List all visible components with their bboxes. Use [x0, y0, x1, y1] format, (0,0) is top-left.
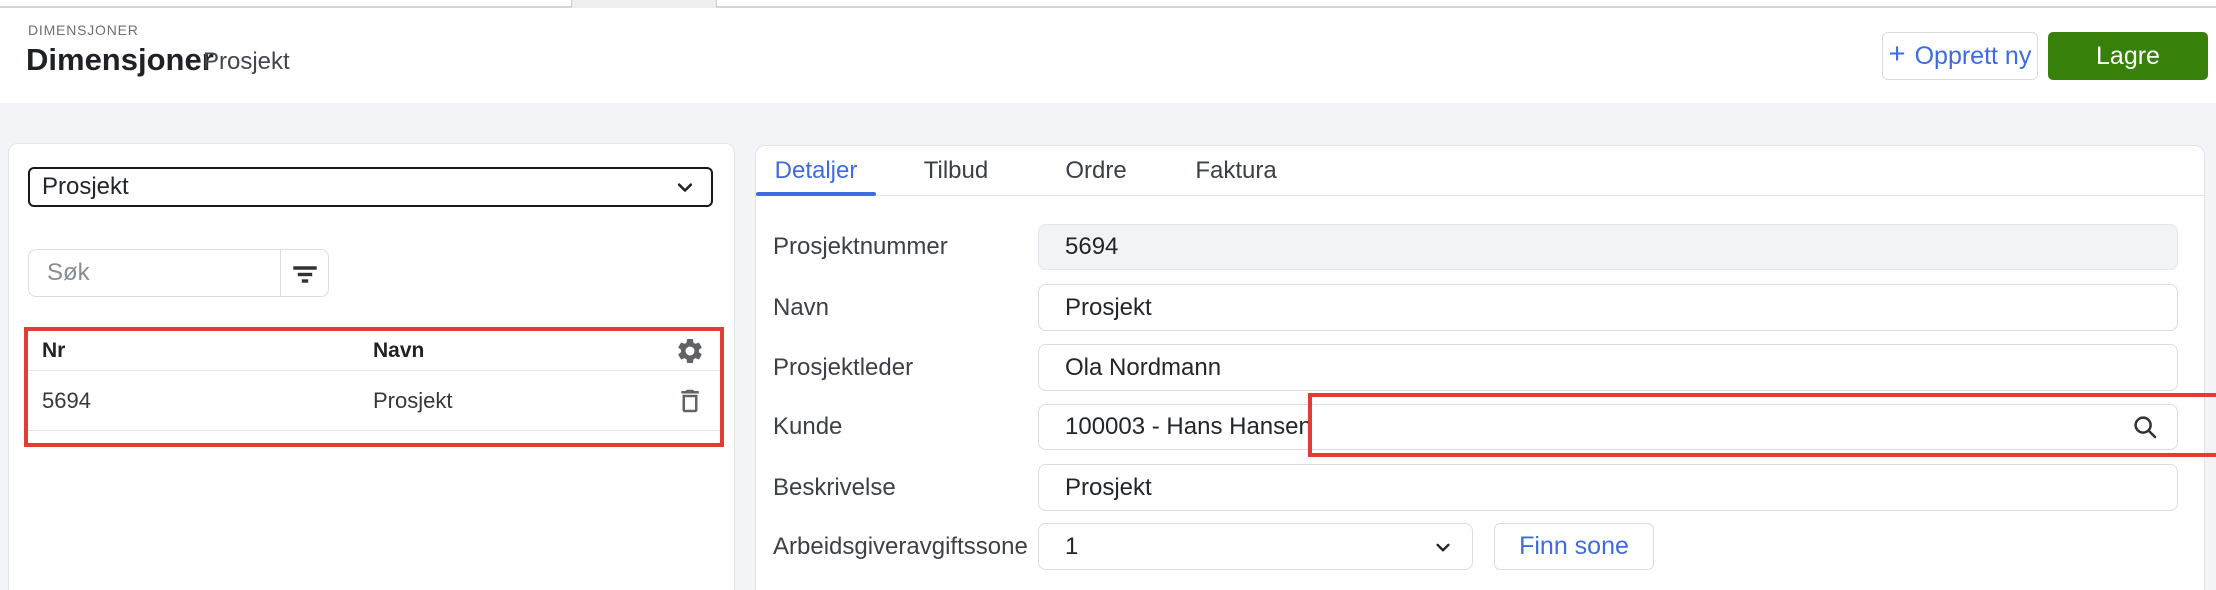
navn-input[interactable]	[1038, 284, 2178, 331]
zone-select[interactable]: 1	[1038, 523, 1473, 570]
field-label: Arbeidsgiveravgiftssone	[773, 523, 1064, 570]
page-header: DIMENSJONER Dimensjoner Prosjekt + Oppre…	[0, 8, 2216, 103]
field-row-prosjektnummer: Prosjektnummer	[756, 224, 2204, 270]
project-list-panel: Prosjekt Nr Navn	[8, 143, 735, 590]
search-icon	[2130, 412, 2160, 442]
page-title: Dimensjoner	[26, 42, 214, 77]
field-label-text: Arbeidsgiveravgiftssone	[773, 532, 1028, 560]
field-row-beskrivelse: Beskrivelse	[756, 464, 2204, 511]
project-search-combo	[28, 249, 329, 297]
column-header-nr: Nr	[42, 338, 66, 362]
field-label: Prosjektleder	[773, 353, 914, 381]
gear-icon	[675, 336, 705, 366]
tab-ordre[interactable]: Ordre	[1036, 146, 1156, 196]
column-header-navn: Navn	[373, 338, 425, 362]
create-new-button-label: Opprett ny	[1914, 41, 2032, 70]
chevron-down-icon	[671, 173, 699, 201]
tab-tilbud[interactable]: Tilbud	[896, 146, 1016, 196]
row-navn-value: Prosjekt	[373, 387, 453, 413]
field-label: Prosjektnummer	[773, 233, 948, 260]
field-label: Navn	[773, 293, 830, 321]
table-row[interactable]: 5694 Prosjekt	[28, 371, 720, 431]
table-settings-button[interactable]	[674, 335, 706, 367]
detail-tabs: Detaljer Tilbud Ordre Faktura	[756, 146, 2204, 196]
chevron-down-icon	[1430, 534, 1456, 560]
dimension-type-select-value: Prosjekt	[42, 173, 129, 200]
page-subtitle: Prosjekt	[203, 48, 290, 75]
project-table-header: Nr Navn	[28, 331, 720, 371]
create-new-button[interactable]: + Opprett ny	[1882, 32, 2038, 80]
field-row-kunde: Kunde	[756, 393, 2216, 457]
kunde-search-button[interactable]	[2130, 412, 2160, 442]
field-row-arbeidsgiveravgiftssone: Arbeidsgiveravgiftssone 1 Finn sone	[756, 523, 2204, 570]
zone-select-value: 1	[1065, 532, 1079, 560]
finn-sone-button[interactable]: Finn sone	[1494, 523, 1654, 570]
page-eyebrow: DIMENSJONER	[28, 22, 139, 38]
field-row-navn: Navn	[756, 284, 2204, 331]
plus-icon: +	[1888, 38, 1906, 70]
beskrivelse-input[interactable]	[1038, 464, 2178, 511]
save-button[interactable]: Lagre	[2048, 32, 2208, 80]
project-detail-panel: Detaljer Tilbud Ordre Faktura Prosjektnu…	[755, 145, 2216, 590]
prosjektnummer-input[interactable]	[1038, 224, 2178, 270]
browser-tabstrip-sliver	[0, 0, 2216, 8]
project-table: Nr Navn 5694 Prosjekt	[28, 331, 720, 443]
filter-icon	[290, 258, 320, 288]
search-input[interactable]	[29, 250, 280, 296]
tab-detaljer[interactable]: Detaljer	[756, 146, 876, 196]
filter-button[interactable]	[280, 250, 328, 296]
browser-tab-edge	[571, 0, 717, 8]
row-nr-value: 5694	[42, 387, 91, 413]
field-row-prosjektleder: Prosjektleder	[756, 344, 2204, 391]
dimension-type-select[interactable]: Prosjekt	[28, 167, 713, 207]
kunde-input[interactable]	[1038, 404, 2178, 450]
dimensions-page: DIMENSJONER Dimensjoner Prosjekt + Oppre…	[0, 0, 2216, 590]
field-label: Beskrivelse	[773, 473, 896, 501]
delete-row-button[interactable]	[674, 385, 706, 417]
trash-icon	[675, 386, 705, 416]
tab-faktura[interactable]: Faktura	[1176, 146, 1296, 196]
active-tab-underline	[756, 192, 876, 196]
field-label: Kunde	[773, 413, 843, 440]
prosjektleder-input[interactable]	[1038, 344, 2178, 391]
